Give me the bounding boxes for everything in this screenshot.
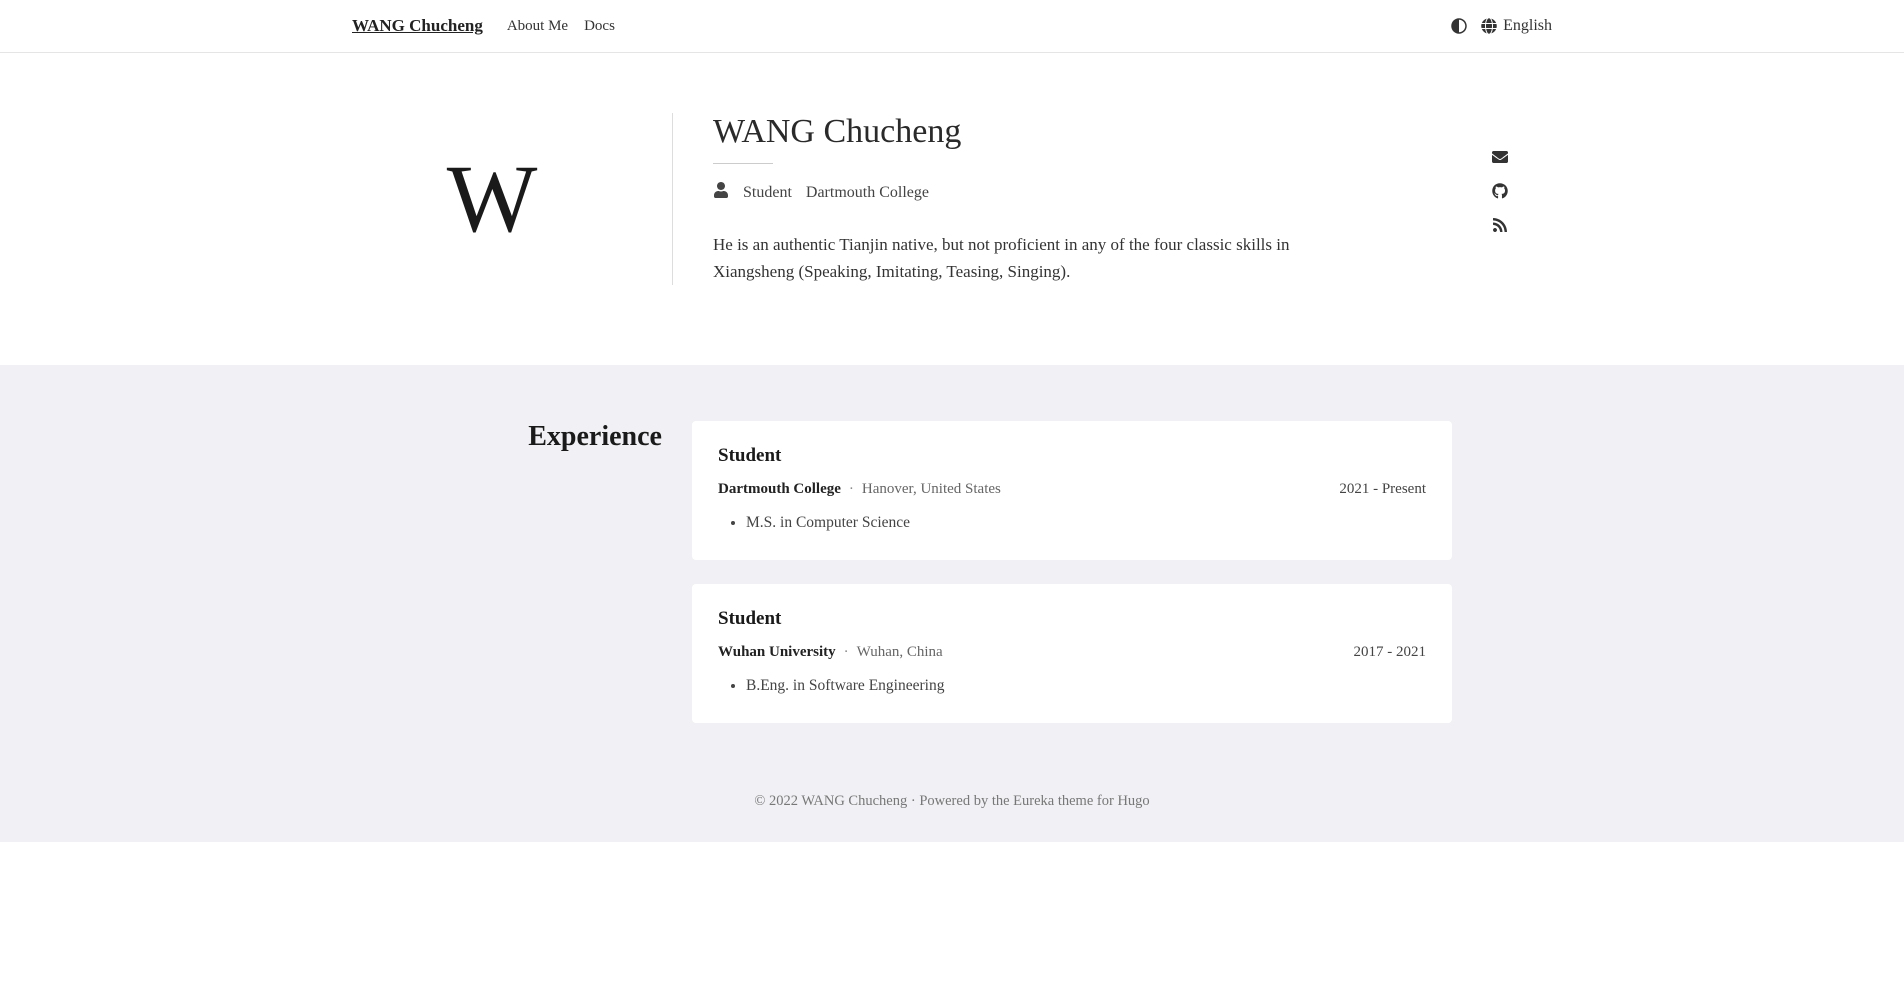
footer-separator: · [907, 793, 919, 809]
card-title: Student [718, 445, 1426, 467]
person-icon [713, 182, 729, 203]
institution: Dartmouth College [806, 184, 929, 202]
site-title[interactable]: WANG Chucheng [352, 16, 483, 36]
site-footer: © 2022 WANG Chucheng · Powered by the Eu… [0, 783, 1904, 842]
period: 2017 - 2021 [1354, 644, 1427, 661]
card-title: Student [718, 608, 1426, 630]
experience-section: Experience Student Dartmouth College · H… [0, 365, 1904, 783]
globe-icon [1481, 18, 1497, 34]
nav-link-about-me[interactable]: About Me [507, 18, 568, 35]
separator-dot: · [849, 481, 854, 498]
period: 2021 - Present [1339, 481, 1426, 498]
language-label: English [1503, 17, 1552, 35]
bullet: M.S. in Computer Science [746, 514, 1426, 532]
avatar: W [352, 113, 632, 254]
theme-toggle-icon[interactable] [1451, 18, 1467, 34]
separator-dot: · [844, 644, 849, 661]
intro-section: W WANG Chucheng Student Dartmouth Colleg… [332, 53, 1572, 365]
bio: WANG Chucheng Student Dartmouth College … [672, 113, 1452, 285]
email-icon[interactable] [1492, 149, 1552, 165]
engine-link[interactable]: Hugo [1117, 793, 1149, 809]
avatar-letter: W [447, 143, 538, 254]
theme-link[interactable]: Eureka [1013, 793, 1054, 809]
bio-description: He is an authentic Tianjin native, but n… [713, 231, 1333, 285]
copyright: © 2022 WANG Chucheng [754, 793, 907, 809]
powered-middle: theme for [1054, 793, 1117, 809]
experience-card: Student Wuhan University · Wuhan, China … [692, 584, 1452, 723]
language-selector[interactable]: English [1481, 17, 1552, 35]
bullet-list: B.Eng. in Software Engineering [718, 677, 1426, 695]
site-header: WANG Chucheng About Me Docs English [0, 0, 1904, 53]
main-nav: About Me Docs [507, 18, 615, 35]
bullet-list: M.S. in Computer Science [718, 514, 1426, 532]
github-icon[interactable] [1492, 183, 1552, 199]
role: Student [743, 184, 792, 202]
rss-icon[interactable] [1492, 217, 1552, 233]
social-links [1492, 113, 1552, 233]
section-title: Experience [452, 421, 662, 723]
nav-link-docs[interactable]: Docs [584, 18, 615, 35]
organization: Wuhan University [718, 644, 836, 661]
person-name: WANG Chucheng [713, 113, 1452, 151]
organization: Dartmouth College [718, 481, 841, 498]
experience-card: Student Dartmouth College · Hanover, Uni… [692, 421, 1452, 560]
experience-cards: Student Dartmouth College · Hanover, Uni… [692, 421, 1452, 723]
divider [713, 163, 773, 164]
bullet: B.Eng. in Software Engineering [746, 677, 1426, 695]
location: Hanover, United States [862, 481, 1001, 498]
location: Wuhan, China [857, 644, 943, 661]
powered-prefix: Powered by the [919, 793, 1013, 809]
